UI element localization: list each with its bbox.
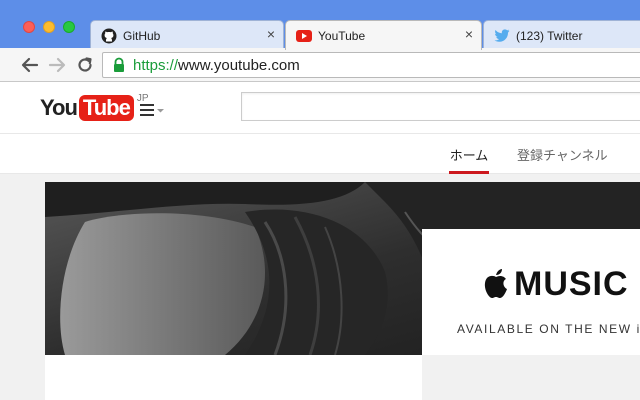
- close-tab-icon[interactable]: ×: [465, 27, 473, 41]
- back-button[interactable]: [20, 55, 40, 75]
- close-window-button[interactable]: [23, 21, 35, 33]
- apple-music-ad[interactable]: MUSIC AVAILABLE ON THE NEW i: [422, 229, 640, 355]
- tab-subscriptions-label: 登録チャンネル: [517, 147, 608, 163]
- tab-github[interactable]: GitHub ×: [90, 20, 284, 50]
- forward-button[interactable]: [47, 55, 67, 75]
- music-wordmark: MUSIC: [514, 265, 629, 303]
- tab-title: GitHub: [123, 28, 161, 43]
- address-bar[interactable]: https://www.youtube.com: [102, 52, 640, 78]
- tab-twitter[interactable]: (123) Twitter: [483, 20, 640, 50]
- back-arrow-icon: [21, 57, 39, 73]
- forward-arrow-icon: [48, 57, 66, 73]
- apple-logo-icon: [484, 269, 507, 298]
- url-text: https://www.youtube.com: [133, 57, 300, 74]
- reload-icon: [78, 57, 92, 72]
- content-panel: [45, 355, 422, 400]
- tab-home[interactable]: ホーム: [449, 134, 489, 174]
- browser-toolbar: https://www.youtube.com: [0, 48, 640, 82]
- zoom-window-button[interactable]: [63, 21, 75, 33]
- tab-title: (123) Twitter: [516, 28, 583, 43]
- logo-you-text: You: [40, 95, 78, 120]
- search-input[interactable]: [241, 92, 640, 121]
- close-tab-icon[interactable]: ×: [267, 27, 275, 41]
- tab-subscriptions[interactable]: 登録チャンネル: [517, 134, 608, 174]
- url-host: www.youtube.com: [178, 56, 300, 74]
- tab-home-label: ホーム: [449, 147, 489, 163]
- masthead: You Tube JP: [0, 83, 640, 133]
- promo-banner[interactable]: MUSIC AVAILABLE ON THE NEW i: [45, 182, 640, 355]
- hamburger-menu-icon: [140, 104, 164, 116]
- guide-menu-button[interactable]: [140, 100, 168, 120]
- twitter-icon: [494, 28, 510, 44]
- tab-strip: GitHub × YouTube × (123) Twitter: [0, 0, 640, 50]
- youtube-logo[interactable]: You Tube JP: [40, 93, 149, 121]
- active-tab-indicator: [449, 171, 489, 174]
- lock-icon: [114, 57, 124, 72]
- tab-youtube[interactable]: YouTube ×: [285, 20, 482, 50]
- minimize-window-button[interactable]: [43, 21, 55, 33]
- feed-tabs: ホーム 登録チャンネル: [0, 133, 640, 174]
- ad-tagline: AVAILABLE ON THE NEW i: [457, 322, 640, 336]
- url-scheme: https://: [133, 56, 179, 74]
- github-icon: [101, 28, 117, 44]
- logo-tube-text: Tube: [78, 95, 134, 121]
- youtube-page: You Tube JP ホーム 登録チャンネル MUSIC AVAILABLE …: [0, 83, 640, 400]
- tab-title: YouTube: [318, 28, 366, 43]
- reload-button[interactable]: [75, 55, 95, 75]
- youtube-icon: [296, 28, 312, 44]
